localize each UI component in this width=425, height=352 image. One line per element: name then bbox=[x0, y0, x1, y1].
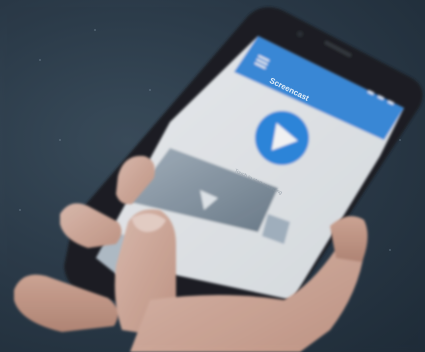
photo-scene: Screencast Touch to start recording bbox=[0, 0, 425, 352]
photo-illustration bbox=[0, 0, 425, 352]
